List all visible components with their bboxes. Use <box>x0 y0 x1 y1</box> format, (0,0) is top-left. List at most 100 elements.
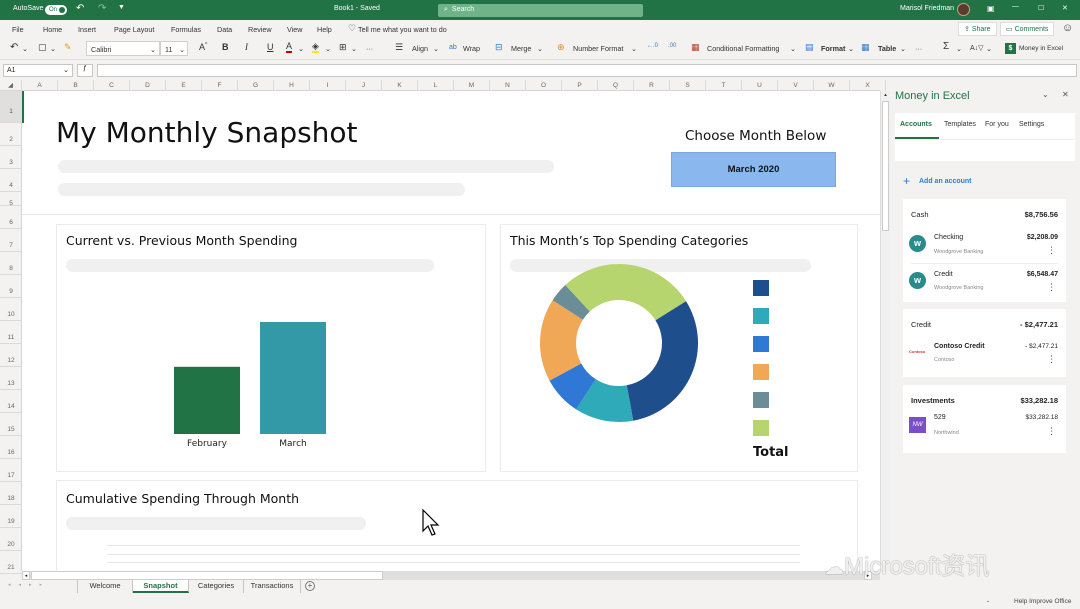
column-header-a[interactable]: A <box>22 80 58 91</box>
column-header-q[interactable]: Q <box>598 80 634 91</box>
conditional-formatting-button[interactable]: Conditional Formatting <box>707 44 779 53</box>
autosave-toggle[interactable]: On <box>45 5 67 15</box>
undo-dropdown-icon[interactable]: ⌄ <box>22 44 28 53</box>
vertical-scroll-thumb[interactable] <box>882 101 889 231</box>
fill-color-icon[interactable]: ◈ <box>312 41 319 53</box>
column-header-c[interactable]: C <box>94 80 130 91</box>
column-header-k[interactable]: K <box>382 80 418 91</box>
decrease-decimal-icon[interactable]: .00 <box>668 43 676 49</box>
redo-icon[interactable]: ↷ <box>98 3 106 14</box>
row-header-11[interactable]: 11 <box>0 321 22 344</box>
undo-icon[interactable]: ↶ <box>76 3 84 14</box>
autosum-icon[interactable]: Σ <box>943 41 949 52</box>
merge-button[interactable]: Merge <box>511 44 531 53</box>
select-all-corner[interactable]: ◢ <box>0 80 22 91</box>
chevron-down-icon[interactable]: ⌄ <box>848 44 854 53</box>
horizontal-scroll-thumb[interactable] <box>31 571 383 580</box>
menu-help[interactable]: Help <box>317 25 332 34</box>
increase-font-icon[interactable]: A^ <box>199 42 207 52</box>
menu-data[interactable]: Data <box>217 25 232 34</box>
chevron-down-icon[interactable]: ⌄ <box>986 44 992 53</box>
chevron-down-icon[interactable]: ⌄ <box>790 44 796 53</box>
row-header-19[interactable]: 19 <box>0 505 22 528</box>
chevron-down-icon[interactable]: ⌄ <box>325 44 331 53</box>
borders-icon[interactable]: ⊞ <box>339 42 347 53</box>
money-in-excel-button[interactable]: Money in Excel <box>1019 45 1063 52</box>
add-account-link[interactable]: Add an account <box>919 178 972 185</box>
menu-view[interactable]: View <box>287 25 302 34</box>
customize-qat-icon[interactable]: ▼ <box>118 4 125 11</box>
search-box[interactable]: ⌕ Search <box>438 4 643 17</box>
pane-options-icon[interactable]: ⌄ <box>1042 90 1049 99</box>
plus-icon[interactable]: + <box>903 174 910 188</box>
column-header-b[interactable]: B <box>58 80 94 91</box>
column-header-f[interactable]: F <box>202 80 238 91</box>
chevron-down-icon[interactable]: ⌄ <box>986 598 990 604</box>
account-name[interactable]: Contoso Credit <box>934 343 985 350</box>
column-header-t[interactable]: T <box>706 80 742 91</box>
table-button[interactable]: Table <box>878 44 896 53</box>
vertical-scrollbar[interactable]: ▴ <box>880 91 890 571</box>
menu-page-layout[interactable]: Page Layout <box>114 25 154 34</box>
column-header-p[interactable]: P <box>562 80 598 91</box>
column-header-h[interactable]: H <box>274 80 310 91</box>
close-button[interactable]: ✕ <box>1062 4 1068 12</box>
row-header-1[interactable]: 1 <box>0 91 22 123</box>
row-header-14[interactable]: 14 <box>0 390 22 413</box>
more-options-icon[interactable]: ⋮ <box>1047 246 1056 255</box>
month-selector[interactable]: March 2020 <box>671 152 836 187</box>
account-name[interactable]: Credit <box>934 271 953 278</box>
sheet-tab-categories[interactable]: Categories <box>189 580 244 593</box>
formula-input[interactable] <box>97 64 1077 77</box>
row-header-2[interactable]: 2 <box>0 123 22 146</box>
number-format-button[interactable]: Number Format <box>573 44 623 53</box>
column-header-u[interactable]: U <box>742 80 778 91</box>
column-header-e[interactable]: E <box>166 80 202 91</box>
chevron-down-icon[interactable]: ⌄ <box>433 44 439 53</box>
row-header-13[interactable]: 13 <box>0 367 22 390</box>
format-painter-icon[interactable]: ✎ <box>64 42 72 53</box>
insert-function-button[interactable]: ƒ <box>77 64 93 77</box>
column-header-s[interactable]: S <box>670 80 706 91</box>
font-color-icon[interactable]: A <box>286 41 293 53</box>
more-options-icon[interactable]: ⋮ <box>1047 427 1056 436</box>
sheet-tab-snapshot[interactable]: Snapshot <box>133 580 189 593</box>
menu-formulas[interactable]: Formulas <box>171 25 201 34</box>
menu-home[interactable]: Home <box>43 25 62 34</box>
row-header-16[interactable]: 16 <box>0 436 22 459</box>
chevron-down-icon[interactable]: ⌄ <box>956 44 962 53</box>
increase-decimal-icon[interactable]: ←.0 <box>647 43 658 49</box>
more-icon[interactable]: ··· <box>366 44 373 53</box>
row-header-21[interactable]: 21 <box>0 551 22 574</box>
chevron-down-icon[interactable]: ⌄ <box>631 44 637 53</box>
column-header-j[interactable]: J <box>346 80 382 91</box>
align-icon[interactable]: ☰ <box>395 42 403 53</box>
scroll-left-icon[interactable]: ◂ <box>22 571 30 580</box>
tell-me-box[interactable]: Tell me what you want to do <box>358 25 447 34</box>
row-header-15[interactable]: 15 <box>0 413 22 436</box>
avatar[interactable] <box>957 3 970 16</box>
account-name[interactable]: Checking <box>934 234 963 241</box>
column-header-x[interactable]: X <box>850 80 886 91</box>
column-header-o[interactable]: O <box>526 80 562 91</box>
italic-button[interactable]: I <box>245 42 248 52</box>
feedback-smiley-icon[interactable]: ☺ <box>1062 22 1073 34</box>
sort-filter-icon[interactable]: A↓▽ <box>970 44 984 52</box>
more-icon[interactable]: ··· <box>915 44 922 53</box>
share-button[interactable]: ⇪ Share <box>958 22 997 36</box>
font-name-select[interactable]: Calibri ⌄ <box>86 41 160 56</box>
bold-button[interactable]: B <box>222 42 229 52</box>
ribbon-display-icon[interactable]: ▣ <box>987 4 995 13</box>
underline-button[interactable]: U <box>267 42 274 52</box>
row-header-4[interactable]: 4 <box>0 169 22 192</box>
account-name[interactable]: 529 <box>934 414 946 421</box>
row-header-7[interactable]: 7 <box>0 229 22 252</box>
column-header-m[interactable]: M <box>454 80 490 91</box>
column-header-r[interactable]: R <box>634 80 670 91</box>
sheet-tab-transactions[interactable]: Transactions <box>244 580 301 593</box>
tab-for-you[interactable]: For you <box>985 121 1009 128</box>
font-size-select[interactable]: 11 ⌄ <box>160 41 188 56</box>
menu-review[interactable]: Review <box>248 25 272 34</box>
add-sheet-icon[interactable]: + <box>305 581 315 591</box>
column-header-l[interactable]: L <box>418 80 454 91</box>
